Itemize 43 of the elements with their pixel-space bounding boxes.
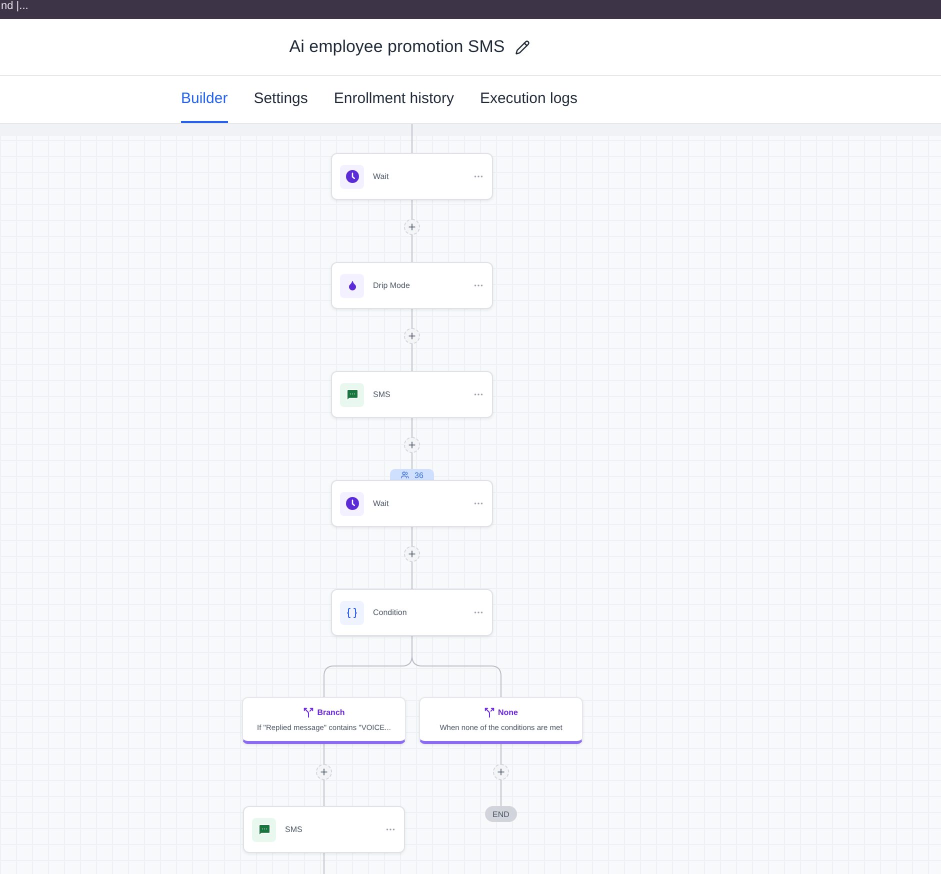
plus-icon <box>407 222 417 232</box>
top-bar-text: nd |... <box>0 0 28 13</box>
branch-title: Branch <box>317 708 345 717</box>
tab[interactable]: Settings <box>254 76 308 123</box>
chat-bubble-icon <box>346 388 358 401</box>
step-label: SMS <box>373 390 392 399</box>
add-step-button[interactable] <box>404 328 420 344</box>
step-card[interactable]: Wait <box>331 153 493 200</box>
contact-count: 36 <box>414 470 424 480</box>
plus-icon <box>407 549 417 559</box>
chat-bubble-icon <box>258 823 270 836</box>
step-card[interactable]: SMS <box>331 371 493 418</box>
tab[interactable]: Enrollment history <box>334 76 454 123</box>
clock-icon <box>346 170 358 183</box>
step-label: Drip Mode <box>373 281 411 290</box>
plus-icon <box>319 767 329 777</box>
branch-title: None <box>498 708 518 717</box>
step-card[interactable]: Condition <box>331 589 493 636</box>
add-step-button[interactable] <box>404 219 420 235</box>
step-card[interactable]: Drip Mode <box>331 262 493 309</box>
step-label: Wait <box>373 172 390 181</box>
tab[interactable]: Execution logs <box>480 76 578 123</box>
plus-icon <box>407 440 417 450</box>
users-icon <box>400 471 409 479</box>
add-step-button[interactable] <box>404 546 420 562</box>
plus-icon <box>496 767 506 777</box>
step-card[interactable]: Wait <box>331 480 493 527</box>
droplet-icon <box>346 280 358 291</box>
plus-icon <box>407 331 417 341</box>
split-icon <box>303 707 314 718</box>
edit-icon[interactable] <box>514 40 530 54</box>
step-label: Condition <box>373 608 408 617</box>
add-step-button[interactable] <box>316 764 332 780</box>
braces-icon <box>346 606 358 618</box>
split-icon <box>484 707 495 718</box>
add-step-button[interactable] <box>493 764 509 780</box>
step-card[interactable]: SMS <box>243 806 405 853</box>
end-marker: END <box>485 806 517 822</box>
clock-icon <box>346 497 358 510</box>
add-step-button[interactable] <box>404 437 420 453</box>
step-label: SMS <box>285 825 304 834</box>
workflow-title: Ai employee promotion SMS <box>289 37 505 57</box>
step-label: Wait <box>373 499 390 508</box>
